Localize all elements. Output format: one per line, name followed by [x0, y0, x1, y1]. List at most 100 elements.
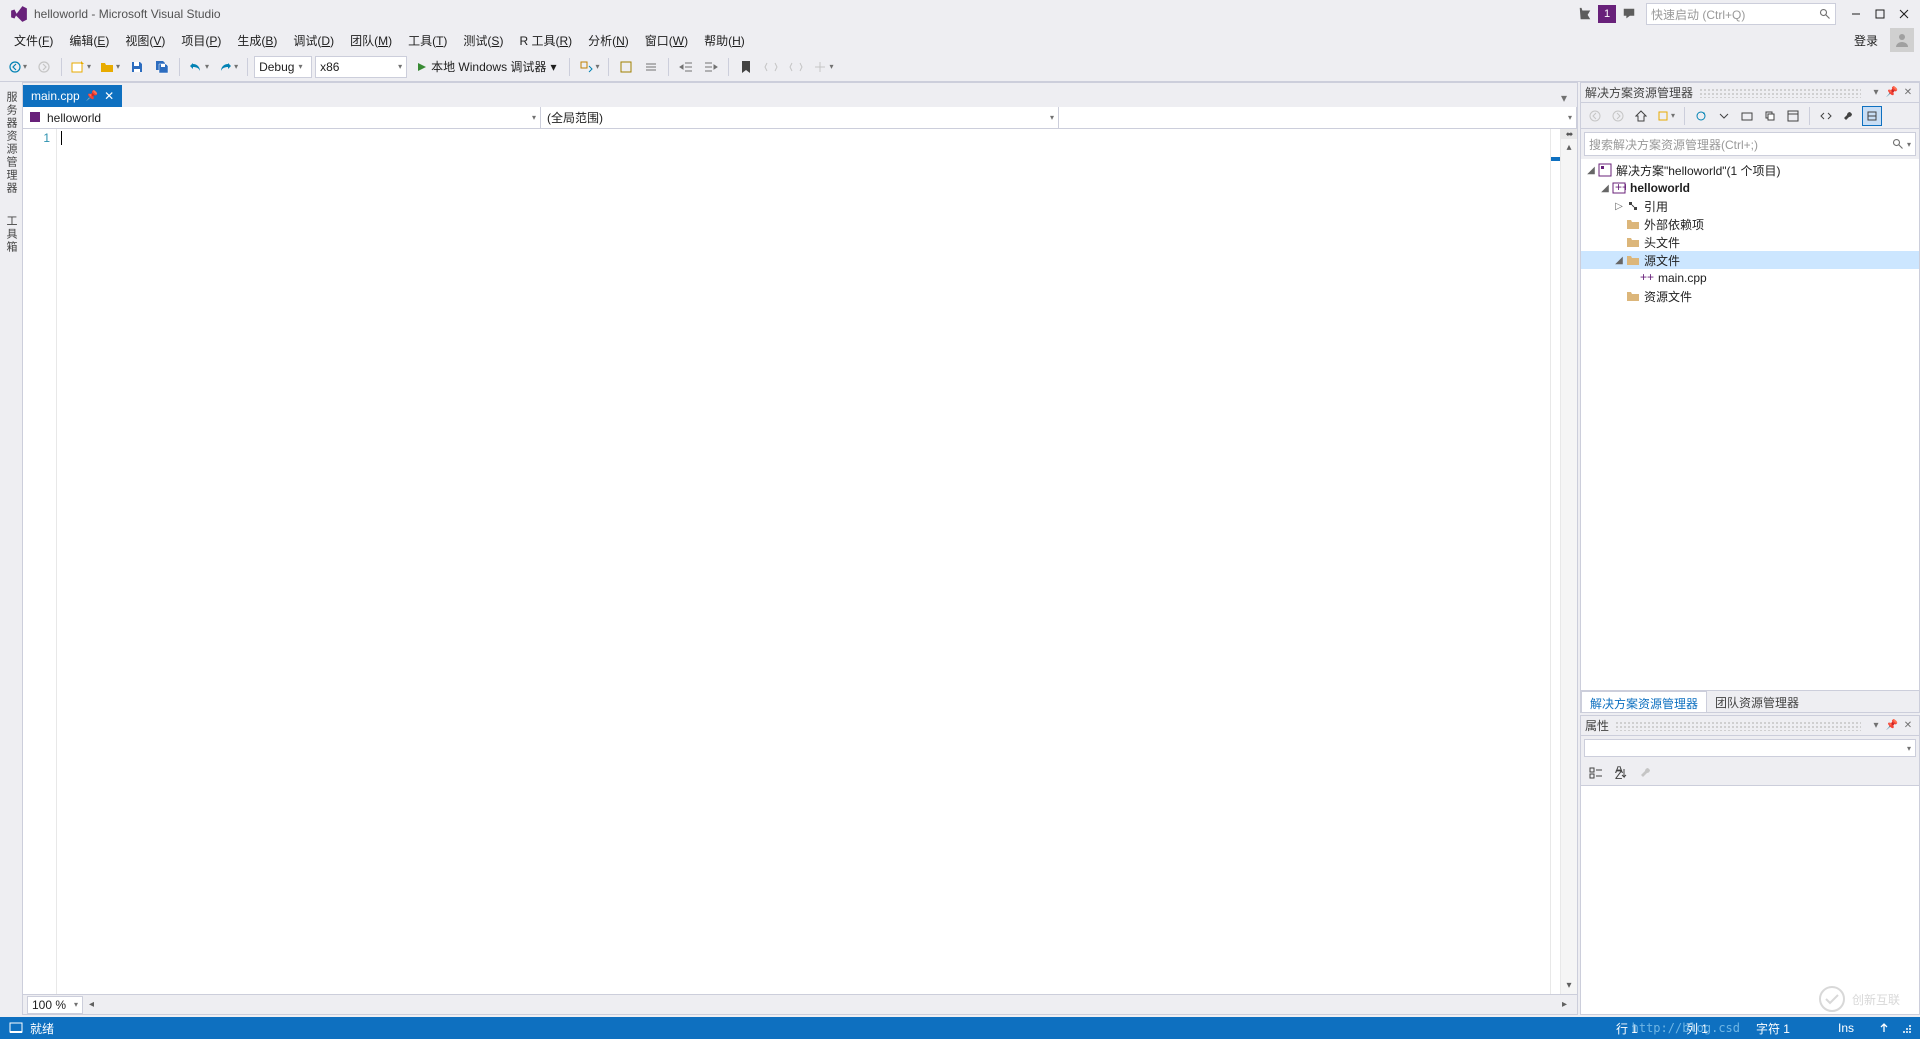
login-link[interactable]: 登录: [1848, 29, 1884, 52]
expander-icon[interactable]: ◢: [1613, 255, 1625, 266]
solution-search-input[interactable]: 搜索解决方案资源管理器(Ctrl+;) ▾: [1584, 132, 1916, 156]
tree-references-node[interactable]: ▷ 引用: [1581, 197, 1919, 215]
properties-grid[interactable]: [1581, 786, 1919, 1014]
sln-back-icon[interactable]: [1585, 106, 1605, 126]
run-button[interactable]: 本地 Windows 调试器 ▾: [410, 56, 563, 78]
menu-tools[interactable]: 工具(T): [400, 29, 455, 52]
wrench-icon[interactable]: [1635, 762, 1657, 784]
tb-comment[interactable]: [760, 56, 782, 78]
tb-bookmark[interactable]: [735, 56, 757, 78]
avatar-icon[interactable]: [1890, 28, 1914, 52]
resize-grip-icon[interactable]: [1900, 1022, 1912, 1034]
split-handle-icon[interactable]: ⬌: [1561, 129, 1577, 139]
undo-button[interactable]: ▾: [186, 56, 212, 78]
sln-fwd-icon[interactable]: [1608, 106, 1628, 126]
tree-headers-node[interactable]: 头文件: [1581, 233, 1919, 251]
config-combo[interactable]: Debug▾: [254, 56, 312, 78]
close-tab-icon[interactable]: ✕: [104, 89, 114, 103]
maximize-button[interactable]: [1868, 2, 1892, 26]
menu-test[interactable]: 测试(S): [455, 29, 511, 52]
tb-icon-1[interactable]: [615, 56, 637, 78]
menu-build[interactable]: 生成(B): [229, 29, 285, 52]
nav-back-button[interactable]: ▾: [6, 56, 30, 78]
menu-team[interactable]: 团队(M): [342, 29, 400, 52]
panel-dropdown-icon[interactable]: ▾: [1869, 86, 1883, 100]
tb-icon-3[interactable]: ▾: [810, 56, 836, 78]
server-explorer-tab[interactable]: 服务器资源管理器: [0, 84, 22, 202]
menu-debug[interactable]: 调试(D): [285, 29, 342, 52]
quick-launch-input[interactable]: 快速启动 (Ctrl+Q): [1646, 3, 1836, 25]
alphabetical-icon[interactable]: AZ: [1610, 762, 1632, 784]
zoom-combo[interactable]: 100 %▾: [27, 996, 83, 1014]
overview-ruler[interactable]: [1550, 129, 1560, 994]
tb-icon-2[interactable]: [640, 56, 662, 78]
tb-uncomment[interactable]: [785, 56, 807, 78]
expander-icon[interactable]: ◢: [1585, 165, 1597, 176]
pin-icon[interactable]: 📌: [1885, 719, 1899, 733]
save-button[interactable]: [126, 56, 148, 78]
scope-combo[interactable]: helloworld ▾: [23, 107, 541, 128]
scroll-down-icon[interactable]: ▾: [1561, 977, 1577, 994]
hscroll-left-icon[interactable]: ◂: [83, 996, 100, 1013]
solution-explorer-tab[interactable]: 解决方案资源管理器: [1581, 691, 1707, 712]
feedback-icon[interactable]: [1620, 5, 1638, 23]
redo-button[interactable]: ▾: [215, 56, 241, 78]
categorized-icon[interactable]: [1585, 762, 1607, 784]
new-project-button[interactable]: ▾: [68, 56, 94, 78]
toolbox-tab[interactable]: 工具箱: [0, 208, 22, 261]
sln-toggle-icon[interactable]: [1862, 106, 1882, 126]
sln-copy-icon[interactable]: [1760, 106, 1780, 126]
expander-icon[interactable]: ◢: [1599, 183, 1611, 194]
open-file-button[interactable]: ▾: [97, 56, 123, 78]
tree-sources-node[interactable]: ◢ 源文件: [1581, 251, 1919, 269]
scroll-up-icon[interactable]: ▴: [1561, 139, 1577, 156]
expander-icon[interactable]: ▷: [1613, 201, 1625, 212]
platform-combo[interactable]: x86▾: [315, 56, 407, 78]
scope-function-combo[interactable]: (全局范围) ▾: [541, 107, 1059, 128]
sln-home-icon[interactable]: [1631, 106, 1651, 126]
close-button[interactable]: [1892, 2, 1916, 26]
pin-icon[interactable]: 📌: [86, 91, 98, 102]
hscroll-right-icon[interactable]: ▸: [1556, 996, 1573, 1013]
save-all-button[interactable]: [151, 56, 173, 78]
sln-showall-icon[interactable]: [1737, 106, 1757, 126]
tree-external-deps-node[interactable]: 外部依赖项: [1581, 215, 1919, 233]
menu-view[interactable]: 视图(V): [117, 29, 173, 52]
menu-project[interactable]: 项目(P): [173, 29, 229, 52]
panel-dropdown-icon[interactable]: ▾: [1869, 719, 1883, 733]
flag-icon[interactable]: [1576, 5, 1594, 23]
doc-tab-main-cpp[interactable]: main.cpp 📌 ✕: [23, 85, 122, 107]
panel-close-icon[interactable]: ✕: [1901, 719, 1915, 733]
sln-collapse-icon[interactable]: [1714, 106, 1734, 126]
sln-props-icon[interactable]: [1839, 106, 1859, 126]
tree-main-cpp-node[interactable]: ++ main.cpp: [1581, 269, 1919, 287]
scope-member-combo[interactable]: ▾: [1059, 107, 1577, 128]
menu-analyze[interactable]: 分析(N): [580, 29, 637, 52]
sln-sync-icon[interactable]: ▾: [1654, 106, 1678, 126]
code-body[interactable]: [57, 129, 1550, 994]
menu-window[interactable]: 窗口(W): [637, 29, 696, 52]
properties-object-combo[interactable]: ▾: [1584, 739, 1916, 757]
panel-close-icon[interactable]: ✕: [1901, 86, 1915, 100]
tb-indent-right[interactable]: [700, 56, 722, 78]
tree-resources-node[interactable]: 资源文件: [1581, 287, 1919, 305]
menu-help[interactable]: 帮助(H): [696, 29, 753, 52]
menu-rtools[interactable]: R 工具(R): [511, 29, 580, 52]
nav-forward-button[interactable]: [33, 56, 55, 78]
team-explorer-tab[interactable]: 团队资源管理器: [1707, 691, 1807, 712]
tree-project-node[interactable]: ◢ ++ helloworld: [1581, 179, 1919, 197]
minimize-button[interactable]: [1844, 2, 1868, 26]
tree-solution-node[interactable]: ◢ 解决方案"helloworld"(1 个项目): [1581, 161, 1919, 179]
step-button[interactable]: ▾: [576, 56, 602, 78]
tab-overflow-icon[interactable]: ▾: [1555, 89, 1573, 107]
menu-edit[interactable]: 编辑(E): [61, 29, 117, 52]
sln-refresh-icon[interactable]: [1691, 106, 1711, 126]
publish-icon[interactable]: [1878, 1022, 1890, 1034]
tb-indent-left[interactable]: [675, 56, 697, 78]
menu-file[interactable]: 文件(F): [6, 29, 61, 52]
pin-icon[interactable]: 📌: [1885, 86, 1899, 100]
vertical-scrollbar[interactable]: ⬌ ▴ ▾: [1560, 129, 1577, 994]
sln-code-icon[interactable]: [1816, 106, 1836, 126]
notification-badge[interactable]: 1: [1598, 5, 1616, 23]
sln-window-icon[interactable]: [1783, 106, 1803, 126]
